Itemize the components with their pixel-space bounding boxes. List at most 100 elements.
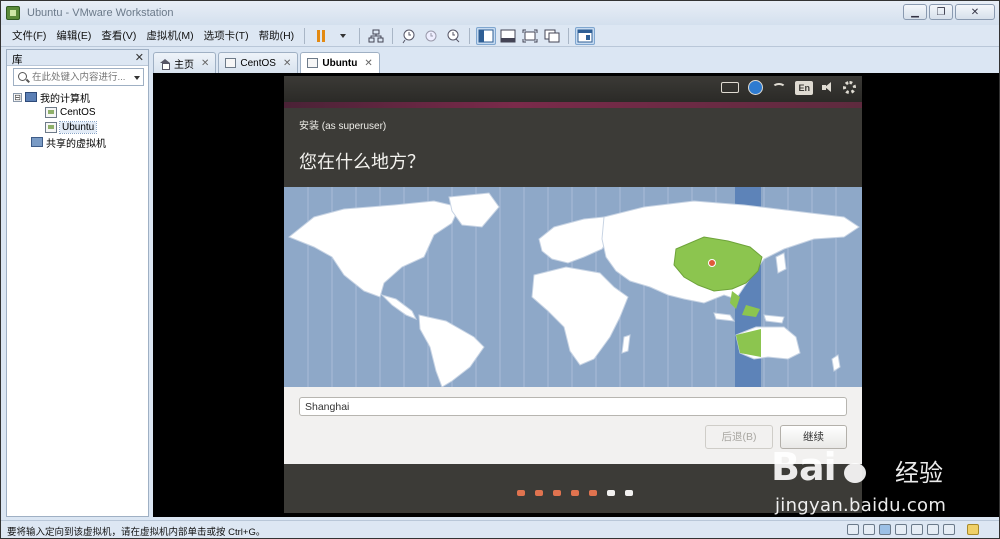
printer-icon[interactable] [911,524,923,535]
close-button[interactable]: ✕ [955,4,995,20]
tab-ubuntu[interactable]: Ubuntu ✕ [300,52,380,73]
unity-button[interactable] [542,27,562,45]
snapshot-manager-button[interactable] [443,27,463,45]
menu-tabs[interactable]: 选项卡(T) [199,28,254,43]
library-header: 库 ✕ [7,50,148,66]
progress-dot [625,490,633,496]
progress-dots [517,490,633,496]
pause-icon [316,29,326,42]
console-view-icon [577,29,593,42]
tree-item-my-computer[interactable]: ⊟ 我的计算机 [7,90,148,105]
vm-icon [225,58,237,68]
tree-item-shared-vms[interactable]: 共享的虚拟机 [7,135,148,150]
window-title: Ubuntu - VMware Workstation [27,7,174,19]
tab-label: Ubuntu [322,57,358,69]
tab-close-icon[interactable]: ✕ [283,58,291,69]
wifi-icon[interactable] [772,82,787,93]
sound-icon[interactable] [927,524,939,535]
library-panel: 库 ✕ ⊟ 我的计算机 CentOS Ubuntu 共享 [6,49,149,517]
hard-disk-icon[interactable] [847,524,859,535]
vm-icon [45,106,57,118]
vm-icon [307,58,319,68]
baidu-watermark: Bai 经验 jingyan.baidu.com [771,445,981,525]
library-search-input[interactable] [32,70,128,84]
send-ctrl-alt-del-button[interactable] [366,27,386,45]
power-dropdown-button[interactable] [333,27,353,45]
library-search[interactable] [13,68,144,86]
installer-header: 安装 (as superuser) 您在什么地方？ [284,108,862,187]
page-title: 您在什么地方？ [299,152,425,173]
menu-edit[interactable]: 编辑(E) [51,28,96,43]
pause-button[interactable] [311,27,331,45]
toolbar-separator [469,27,471,44]
menu-vm[interactable]: 虚拟机(M) [141,28,198,43]
library-title: 库 [12,54,23,66]
chevron-down-icon[interactable] [134,76,140,80]
thumbnail-view-icon [500,29,516,42]
show-library-button[interactable] [476,26,497,45]
usb-icon[interactable] [895,524,907,535]
computer-icon [25,92,37,102]
console-view-button[interactable] [575,26,596,45]
toolbar-separator [392,27,394,44]
back-button[interactable]: 后退(B) [705,425,773,449]
tab-label: CentOS [240,57,276,69]
toolbar-separator [359,27,361,44]
baidu-logo: Bai [771,445,874,489]
library-view-icon [478,29,494,42]
clock-icon [425,30,437,41]
progress-dot [607,490,615,496]
cd-drive-icon[interactable] [863,524,875,535]
menu-help[interactable]: 帮助(H) [254,28,300,43]
tab-strip: 主页 ✕ CentOS ✕ Ubuntu ✕ [153,52,382,73]
tree-item-label: Ubuntu [58,120,98,134]
network-adapter-icon[interactable] [879,524,891,535]
tab-close-icon[interactable]: ✕ [364,58,372,69]
tab-centos[interactable]: CentOS ✕ [218,52,299,73]
unity-view-icon [544,29,560,42]
world-map [284,187,862,387]
thumbnail-bar-button[interactable] [498,27,518,45]
tab-close-icon[interactable]: ✕ [201,58,209,69]
minimize-button[interactable]: ▁ [903,4,927,20]
city-input[interactable] [299,397,847,416]
snapshot-button[interactable] [399,27,419,45]
tree-item-ubuntu[interactable]: Ubuntu [7,120,148,134]
network-icon [368,29,384,42]
watermark-jingyan: 经验 [895,459,943,487]
paw-icon [836,453,874,487]
language-indicator[interactable]: En [795,80,813,95]
search-icon [18,72,27,81]
menu-file[interactable]: 文件(F) [7,28,51,43]
location-pin-icon[interactable] [708,259,716,267]
menu-toolbar: 文件(F) 编辑(E) 查看(V) 虚拟机(M) 选项卡(T) 帮助(H) [1,25,999,47]
maximize-button[interactable]: ❐ [929,4,953,20]
message-log-icon[interactable] [967,524,979,535]
chevron-down-icon [340,33,347,38]
collapse-icon[interactable]: ⊟ [13,92,22,102]
keyboard-icon[interactable] [721,82,740,93]
progress-dot [553,490,561,496]
tree-item-centos[interactable]: CentOS [7,105,148,119]
timezone-map[interactable] [284,187,862,387]
tab-home[interactable]: 主页 ✕ [153,52,217,73]
vmware-window: Ubuntu - VMware Workstation ▁ ❐ ✕ 文件(F) … [0,0,1000,539]
library-tree: ⊟ 我的计算机 CentOS Ubuntu 共享的虚拟机 [7,90,148,150]
clock-icon [447,29,460,42]
shared-vm-icon [31,137,43,147]
tree-item-label: 我的计算机 [40,93,90,105]
installer-subtitle: 安装 (as superuser) [299,121,387,132]
gear-icon[interactable] [843,81,856,94]
menu-view[interactable]: 查看(V) [96,28,141,43]
ubuntu-top-panel: En [284,76,862,102]
toolbar-separator [568,27,570,44]
display-icon[interactable] [943,524,955,535]
library-close-icon[interactable]: ✕ [135,51,144,64]
accessibility-icon[interactable] [748,80,764,95]
volume-icon[interactable] [822,82,834,93]
full-screen-button[interactable] [520,27,540,45]
progress-dot [535,490,543,496]
revert-snapshot-button[interactable] [421,27,441,45]
clock-icon [402,29,415,43]
vmware-app-icon [6,6,20,20]
